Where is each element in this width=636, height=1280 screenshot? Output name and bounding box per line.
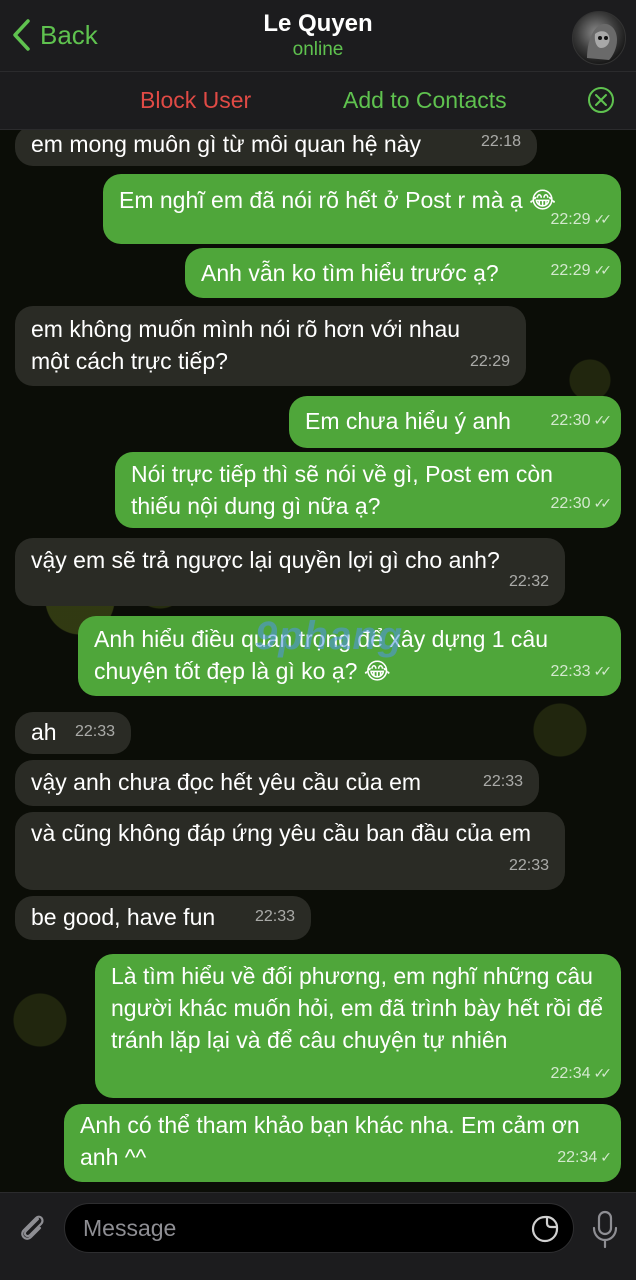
contact-action-bar: Block User Add to Contacts (0, 72, 636, 130)
message-incoming[interactable]: và cũng không đáp ứng yêu cầu ban đầu củ… (15, 812, 565, 890)
microphone-icon[interactable] (590, 1209, 620, 1249)
message-time: 22:30 (550, 412, 591, 429)
message-time: 22:33 (482, 773, 523, 790)
chat-messages[interactable]: em mong muôn gì từ môi quan hệ này 22:18… (0, 130, 636, 1192)
message-time: 22:29 (550, 211, 591, 228)
block-user-button[interactable]: Block User (140, 87, 251, 114)
message-time: 22:29 (469, 353, 510, 370)
message-text: Nói trực tiếp thì sẽ nói về gì, Post em … (131, 461, 560, 519)
message-incoming[interactable]: vậy em sẽ trả ngược lại quyền lợi gì cho… (15, 538, 565, 606)
contact-name: Le Quyen (263, 10, 373, 37)
add-to-contacts-button[interactable]: Add to Contacts (343, 87, 507, 114)
message-time: 22:18 (480, 133, 521, 150)
double-check-icon: ✓✓ (593, 211, 613, 227)
message-outgoing[interactable]: Nói trực tiếp thì sẽ nói về gì, Post em … (115, 452, 621, 528)
message-time: 22:29 (550, 262, 591, 279)
double-check-icon: ✓✓ (593, 1065, 613, 1081)
message-field[interactable] (64, 1203, 574, 1253)
message-time: 22:30 (550, 495, 591, 512)
message-incoming[interactable]: ah 22:33 (15, 712, 131, 754)
message-text: vậy anh chưa đọc hết yêu cầu của em (31, 769, 422, 795)
message-incoming[interactable]: vậy anh chưa đọc hết yêu cầu của em 22:3… (15, 760, 539, 806)
message-outgoing[interactable]: Em nghĩ em đã nói rõ hết ở Post r mà ạ 😂… (103, 174, 621, 244)
message-incoming[interactable]: em không muốn mình nói rõ hơn với nhau m… (15, 306, 526, 386)
double-check-icon: ✓✓ (593, 663, 613, 679)
message-text: và cũng không đáp ứng yêu cầu ban đầu củ… (31, 820, 532, 846)
message-text: vậy em sẽ trả ngược lại quyền lợi gì cho… (31, 547, 500, 573)
message-text: be good, have fun (31, 904, 216, 930)
double-check-icon: ✓✓ (593, 262, 613, 278)
message-outgoing[interactable]: Em chưa hiểu ý anh 22:30 ✓✓ (289, 396, 621, 448)
check-icon: ✓ (600, 1149, 612, 1165)
chat-header: Back Le Quyen online (0, 0, 636, 72)
message-time: 22:34 (550, 1065, 591, 1082)
message-incoming[interactable]: be good, have fun 22:33 (15, 896, 311, 940)
message-text: Là tìm hiểu về đối phương, em nghĩ những… (111, 963, 610, 1053)
avatar[interactable] (572, 11, 626, 65)
message-time: 22:33 (550, 663, 591, 680)
message-text: Anh có thể tham khảo bạn khác nha. Em cả… (80, 1112, 587, 1170)
double-check-icon: ✓✓ (593, 412, 613, 428)
paperclip-icon[interactable] (14, 1209, 50, 1245)
message-text: Anh vẫn ko tìm hiểu trước ạ? (201, 260, 499, 286)
chat-title-area[interactable]: Le Quyen online (0, 10, 636, 61)
avatar-image (587, 23, 617, 60)
message-time: 22:32 (508, 573, 549, 590)
message-input-bar (0, 1192, 636, 1280)
double-check-icon: ✓✓ (593, 495, 613, 511)
message-time: 22:33 (508, 857, 549, 874)
contact-status: online (292, 39, 344, 60)
message-text: ah (31, 719, 57, 745)
message-outgoing[interactable]: Anh hiểu điều quan trọng để xây dựng 1 c… (78, 616, 621, 696)
message-time: 22:33 (254, 908, 295, 925)
message-time: 22:34 (557, 1149, 598, 1166)
message-outgoing[interactable]: Anh có thể tham khảo bạn khác nha. Em cả… (64, 1104, 621, 1182)
message-incoming[interactable]: em mong muôn gì từ môi quan hệ này 22:18 (15, 130, 537, 166)
sticker-icon[interactable] (530, 1214, 560, 1244)
message-input[interactable] (65, 1204, 573, 1252)
message-outgoing[interactable]: Là tìm hiểu về đối phương, em nghĩ những… (95, 954, 621, 1098)
close-icon[interactable] (587, 86, 615, 114)
message-time: 22:33 (74, 723, 115, 740)
message-text: em không muốn mình nói rõ hơn với nhau m… (31, 316, 467, 374)
message-outgoing[interactable]: Anh vẫn ko tìm hiểu trước ạ? 22:29 ✓✓ (185, 248, 621, 298)
message-text: Em nghĩ em đã nói rõ hết ở Post r mà ạ 😂 (119, 187, 556, 213)
message-text: Em chưa hiểu ý anh (305, 408, 511, 434)
message-text: em mong muôn gì từ môi quan hệ này (31, 131, 422, 157)
message-text: Anh hiểu điều quan trọng để xây dựng 1 c… (94, 626, 555, 684)
